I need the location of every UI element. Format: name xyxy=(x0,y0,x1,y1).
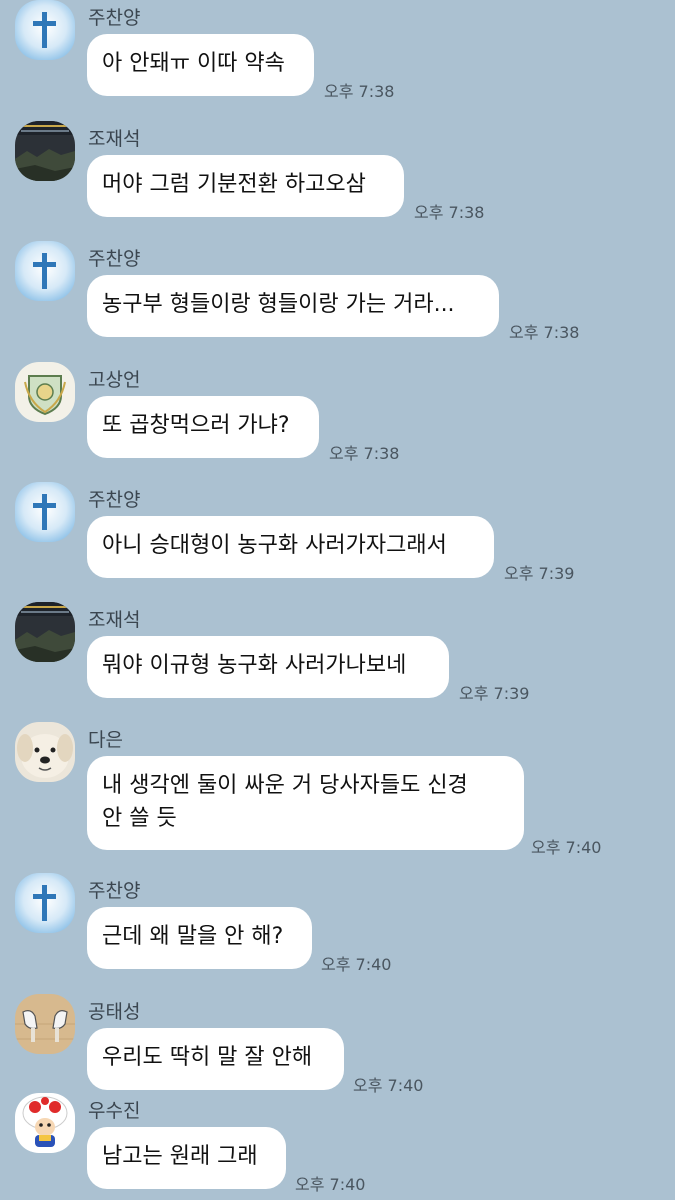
message-bubble[interactable]: 아 안돼ㅠ 이따 약속 xyxy=(87,34,314,96)
message-row: 주찬양 아니 승대형이 농구화 사러가자그래서 오후 7:39 xyxy=(0,482,675,592)
message-row: 조재석 뭐야 이규형 농구화 사러가나보네 오후 7:39 xyxy=(0,602,675,712)
timestamp: 오후 7:38 xyxy=(324,82,395,101)
message-bubble[interactable]: 우리도 딱히 말 잘 안해 xyxy=(87,1028,344,1090)
puppy-icon[interactable] xyxy=(15,722,75,782)
sender-name: 주찬양 xyxy=(88,248,141,270)
sender-name: 고상언 xyxy=(88,369,141,391)
message-text: 농구부 형들이랑 형들이랑 가는 거라... xyxy=(102,292,455,317)
message-bubble[interactable]: 머야 그럼 기분전환 하고오삼 xyxy=(87,155,404,217)
message-row: 다은 내 생각엔 둘이 싸운 거 당사자들도 신경 안 쓸 듯 오후 7:40 xyxy=(0,722,675,862)
sender-name: 주찬양 xyxy=(88,880,141,902)
emblem-badge-icon[interactable] xyxy=(15,362,75,422)
chat-window[interactable]: 주찬양 아 안돼ㅠ 이따 약속 오후 7:38 조재석 머야 그럼 기분전환 하… xyxy=(0,0,675,1200)
cross-sky-icon[interactable] xyxy=(15,241,75,301)
message-bubble[interactable]: 근데 왜 말을 안 해? xyxy=(87,907,312,969)
timestamp: 오후 7:40 xyxy=(531,838,602,857)
dark-landscape-icon[interactable] xyxy=(15,121,75,181)
message-bubble[interactable]: 농구부 형들이랑 형들이랑 가는 거라... xyxy=(87,275,499,337)
message-bubble[interactable]: 아니 승대형이 농구화 사러가자그래서 xyxy=(87,516,494,578)
mushroom-character-icon[interactable] xyxy=(15,1093,75,1153)
message-row: 고상언 또 곱창먹으러 가냐? 오후 7:38 xyxy=(0,362,675,472)
dark-landscape-icon[interactable] xyxy=(15,602,75,662)
timestamp: 오후 7:40 xyxy=(321,955,392,974)
sender-name: 주찬양 xyxy=(88,7,141,29)
message-row: 공태성 우리도 딱히 말 잘 안해 오후 7:40 xyxy=(0,994,675,1104)
message-row: 주찬양 아 안돼ㅠ 이따 약속 오후 7:38 xyxy=(0,0,675,110)
message-text: 아 안돼ㅠ 이따 약속 xyxy=(102,51,285,76)
timestamp: 오후 7:38 xyxy=(414,203,485,222)
message-text: 뭐야 이규형 농구화 사러가나보네 xyxy=(102,653,407,678)
timestamp: 오후 7:39 xyxy=(504,564,575,583)
message-bubble[interactable]: 뭐야 이규형 농구화 사러가나보네 xyxy=(87,636,449,698)
message-text: 우리도 딱히 말 잘 안해 xyxy=(102,1045,313,1070)
message-bubble[interactable]: 내 생각엔 둘이 싸운 거 당사자들도 신경 안 쓸 듯 xyxy=(87,756,524,850)
sender-name: 다은 xyxy=(88,729,123,751)
cross-sky-icon[interactable] xyxy=(15,873,75,933)
message-text: 머야 그럼 기분전환 하고오삼 xyxy=(102,172,366,197)
sender-name: 주찬양 xyxy=(88,489,141,511)
message-row: 조재석 머야 그럼 기분전환 하고오삼 오후 7:38 xyxy=(0,121,675,231)
message-row: 주찬양 농구부 형들이랑 형들이랑 가는 거라... 오후 7:38 xyxy=(0,241,675,351)
timestamp: 오후 7:40 xyxy=(295,1175,366,1194)
timestamp: 오후 7:39 xyxy=(459,684,530,703)
sneakers-floor-icon[interactable] xyxy=(15,994,75,1054)
sender-name: 조재석 xyxy=(88,128,141,150)
message-text: 남고는 원래 그래 xyxy=(102,1144,258,1169)
timestamp: 오후 7:38 xyxy=(509,323,580,342)
sender-name: 우수진 xyxy=(88,1100,141,1122)
message-row: 우수진 남고는 원래 그래 오후 7:40 xyxy=(0,1093,675,1200)
message-bubble[interactable]: 또 곱창먹으러 가냐? xyxy=(87,396,319,458)
cross-sky-icon[interactable] xyxy=(15,0,75,60)
message-text: 내 생각엔 둘이 싸운 거 당사자들도 신경 xyxy=(102,773,468,798)
message-text: 안 쓸 듯 xyxy=(102,806,177,831)
message-text: 근데 왜 말을 안 해? xyxy=(102,924,284,949)
sender-name: 공태성 xyxy=(88,1001,141,1023)
message-text: 또 곱창먹으러 가냐? xyxy=(102,413,290,438)
message-text: 아니 승대형이 농구화 사러가자그래서 xyxy=(102,533,447,558)
message-bubble[interactable]: 남고는 원래 그래 xyxy=(87,1127,286,1189)
timestamp: 오후 7:38 xyxy=(329,444,400,463)
sender-name: 조재석 xyxy=(88,609,141,631)
message-row: 주찬양 근데 왜 말을 안 해? 오후 7:40 xyxy=(0,873,675,983)
cross-sky-icon[interactable] xyxy=(15,482,75,542)
